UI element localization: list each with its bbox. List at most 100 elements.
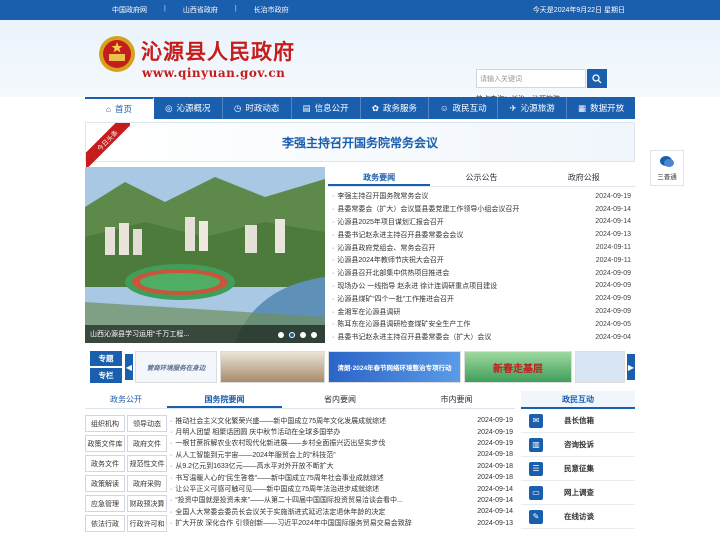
banner-next-button[interactable]: ▶ [627, 354, 635, 380]
news-item[interactable]: 沁源县政府党组会、常务会召开 2024-09-11 [328, 241, 635, 254]
news-title[interactable]: 沁源县政府党组会、常务会召开 [332, 243, 435, 253]
nav-overview[interactable]: ◎ 沁源概况 [154, 97, 223, 119]
slider-dot-active[interactable] [289, 332, 295, 338]
interact-item-opinion[interactable]: ☰ 民意征集 [521, 457, 635, 481]
grid-link[interactable]: 规范性文件 [127, 455, 167, 472]
news-item[interactable]: 县委书记赵永进主持召开县委常委会（扩大）会议 2024-09-04 [328, 331, 635, 344]
news-title[interactable]: 现场办公 一线指导 赵永进 徐计连调研重点项目建设 [332, 281, 497, 291]
news-title[interactable]: 沁源县召开北部集中供热项目推进会 [332, 268, 449, 278]
list-title[interactable]: 从9.2亿元到1633亿元——高水平对外开放不断扩大 [170, 461, 333, 471]
news-title[interactable]: 李强主持召开国务院常务会议 [332, 191, 428, 201]
interact-item-survey[interactable]: ▭ 网上调查 [521, 481, 635, 505]
list-item[interactable]: 书写温暖人心的“民生答卷”——新中国成立75周年社会事业成就综述 2024-09-… [170, 472, 515, 483]
news-title[interactable]: 金湘军在沁源县调研 [332, 307, 400, 317]
list-item[interactable]: 推动社会主义文化繁荣兴盛——新中国成立75周年文化发展成就综述 2024-09-1… [170, 415, 515, 426]
nav-news[interactable]: ◷ 时政动态 [223, 97, 292, 119]
tab-gazette[interactable]: 政府公报 [533, 167, 635, 186]
news-title[interactable]: 沁源县2024年教师节庆祝大会召开 [332, 255, 444, 265]
news-item[interactable]: 县委书记赵永进主持召开县委常委会会议 2024-09-13 [328, 228, 635, 241]
list-date: 2024-09-19 [477, 428, 513, 436]
grid-link[interactable]: 政府采购 [127, 475, 167, 492]
grid-link[interactable]: 政府文件 [127, 435, 167, 452]
list-item[interactable]: 从人工智能到元宇宙——2024年服贸会上的“科技范” 2024-09-18 [170, 449, 515, 460]
banner-item[interactable] [220, 351, 325, 383]
interact-item-interview[interactable]: ✎ 在线访谈 [521, 505, 635, 529]
grid-link[interactable]: 领导动态 [127, 415, 167, 432]
news-item[interactable]: 沁源县2024年教师节庆祝大会召开 2024-09-11 [328, 254, 635, 267]
top-link-changzhi[interactable]: 长治市政府 [237, 5, 306, 15]
slider-dot[interactable] [278, 332, 284, 338]
news-item[interactable]: 沁源县2025年项目谋划汇报会召开 2024-09-14 [328, 216, 635, 229]
banner-item[interactable]: 清朗·2024年春节网络环境整治专项行动 [328, 351, 461, 383]
list-item[interactable]: 一根甘蔗拆解农业农村现代化新进展——乡村全面振兴迈出坚实步伐 2024-09-19 [170, 438, 515, 449]
tab-gov-news[interactable]: 政务要闻 [328, 167, 431, 186]
list-title[interactable]: 全国人大常委会委员长会议关于实施渐进式延迟法定退休年龄的决定 [170, 507, 385, 517]
list-item[interactable]: 全国人大常委会委员长会议关于实施渐进式延迟法定退休年龄的决定 2024-09-14 [170, 506, 515, 517]
special-topics-label[interactable]: 专题 专栏 [90, 351, 122, 383]
banner-item[interactable] [575, 351, 625, 383]
news-item[interactable]: 李强主持召开国务院常务会议 2024-09-19 [328, 190, 635, 203]
list-title[interactable]: 书写温暖人心的“民生答卷”——新中国成立75周年社会事业成就综述 [170, 473, 383, 483]
list-item[interactable]: 月明人团望 相聚话团圆 庆中秋节活动在全球多国举办 2024-09-19 [170, 426, 515, 437]
news-item[interactable]: 陈耳东在沁源县调研检查煤矿安全生产工作 2024-09-05 [328, 318, 635, 331]
list-title[interactable]: 推动社会主义文化繁荣兴盛——新中国成立75周年文化发展成就综述 [170, 416, 386, 426]
list-item[interactable]: 让公平正义可感可触可见——新中国成立75周年法治进步成就综述 2024-09-14 [170, 483, 515, 494]
grid-link[interactable]: 政策解读 [85, 475, 125, 492]
news-item[interactable]: 沁源县煤矿“四个一批”工作推进会召开 2024-09-09 [328, 292, 635, 305]
slider-dot[interactable] [300, 332, 306, 338]
photo-slider[interactable]: 山西沁源县学习运用“千万工程... [85, 167, 325, 343]
tab-city-news[interactable]: 市内要闻 [398, 391, 515, 408]
banner-item[interactable]: 营商环境服务在身边 [135, 351, 217, 383]
top-link-shanxi[interactable]: 山西省政府 [166, 5, 235, 15]
tab-province-news[interactable]: 省内要闻 [282, 391, 398, 408]
top-link-gov[interactable]: 中国政府网 [95, 5, 164, 15]
grid-link[interactable]: 应急管理 [85, 495, 125, 512]
grid-link[interactable]: 政务文件 [85, 455, 125, 472]
grid-row: 应急管理 财政预决算 [85, 495, 167, 512]
grid-link[interactable]: 行政许可和 [127, 515, 167, 532]
news-title[interactable]: 县委书记赵永进主持召开县委常委会（扩大）会议 [332, 332, 491, 342]
list-title[interactable]: “投资中国就是投资未来”——从第二十四届中国国际投资贸易洽谈会看中... [170, 495, 403, 505]
search-button[interactable] [587, 69, 607, 88]
sanjintong-float[interactable]: 三晋通 [650, 150, 684, 186]
news-title[interactable]: 陈耳东在沁源县调研检查煤矿安全生产工作 [332, 319, 470, 329]
slider-dot[interactable] [311, 332, 317, 338]
nav-interact[interactable]: ☺ 政民互动 [429, 97, 499, 119]
search-input[interactable]: 请输入关键词 [476, 69, 586, 88]
list-title[interactable]: 让公平正义可感可触可见——新中国成立75周年法治进步成就综述 [170, 484, 379, 494]
news-title[interactable]: 县委书记赵永进主持召开县委常委会会议 [332, 230, 463, 240]
grid-link[interactable]: 财政预决算 [127, 495, 167, 512]
nav-service[interactable]: ✿ 政务服务 [361, 97, 430, 119]
tab-notices[interactable]: 公示公告 [430, 167, 532, 186]
news-title[interactable]: 沁源县煤矿“四个一批”工作推进会召开 [332, 294, 454, 304]
tab-gov-affairs[interactable]: 政务公开 [85, 391, 167, 408]
banner-prev-button[interactable]: ◀ [125, 354, 133, 380]
banner-item[interactable]: 新春走基层 [464, 351, 572, 383]
list-title[interactable]: 月明人团望 相聚话团圆 庆中秋节活动在全球多国举办 [170, 427, 340, 437]
list-title[interactable]: 从人工智能到元宇宙——2024年服贸会上的“科技范” [170, 450, 335, 460]
news-item[interactable]: 现场办公 一线指导 赵永进 徐计连调研重点项目建设 2024-09-09 [328, 280, 635, 293]
news-item[interactable]: 金湘军在沁源县调研 2024-09-09 [328, 305, 635, 318]
nav-data[interactable]: ▦ 数据开放 [567, 97, 635, 119]
interaction-title[interactable]: 政民互动 [521, 391, 635, 409]
nav-home[interactable]: ⌂ 首页 [85, 97, 154, 119]
news-title[interactable]: 县委常委会（扩大）会议暨县委党建工作领导小组会议召开 [332, 204, 519, 214]
headline-text[interactable]: 李强主持召开国务院常务会议 [282, 134, 438, 151]
list-item[interactable]: 扩大开放 深化合作 引领创新——习近平2024年中国国际服务贸易交易会致辞 202… [170, 518, 515, 529]
interact-item-mailbox[interactable]: ✉ 县长信箱 [521, 409, 635, 433]
news-title[interactable]: 沁源县2025年项目谋划汇报会召开 [332, 217, 444, 227]
nav-info[interactable]: ▤ 信息公开 [292, 97, 361, 119]
grid-link[interactable]: 政策文件库 [85, 435, 125, 452]
list-item[interactable]: “投资中国就是投资未来”——从第二十四届中国国际投资贸易洽谈会看中... 2024… [170, 495, 515, 506]
list-title[interactable]: 扩大开放 深化合作 引领创新——习近平2024年中国国际服务贸易交易会致辞 [170, 518, 411, 528]
grid-link[interactable]: 依法行政 [85, 515, 125, 532]
grid-link[interactable]: 组织机构 [85, 415, 125, 432]
news-date: 2024-09-05 [595, 320, 631, 328]
news-item[interactable]: 沁源县召开北部集中供热项目推进会 2024-09-09 [328, 267, 635, 280]
interact-item-consult[interactable]: ▥ 咨询投诉 [521, 433, 635, 457]
tab-state-council-news[interactable]: 国务院要闻 [167, 391, 282, 408]
list-title[interactable]: 一根甘蔗拆解农业农村现代化新进展——乡村全面振兴迈出坚实步伐 [170, 438, 385, 448]
list-item[interactable]: 从9.2亿元到1633亿元——高水平对外开放不断扩大 2024-09-18 [170, 461, 515, 472]
news-item[interactable]: 县委常委会（扩大）会议暨县委党建工作领导小组会议召开 2024-09-14 [328, 203, 635, 216]
nav-travel[interactable]: ✈ 沁源旅游 [498, 97, 568, 119]
